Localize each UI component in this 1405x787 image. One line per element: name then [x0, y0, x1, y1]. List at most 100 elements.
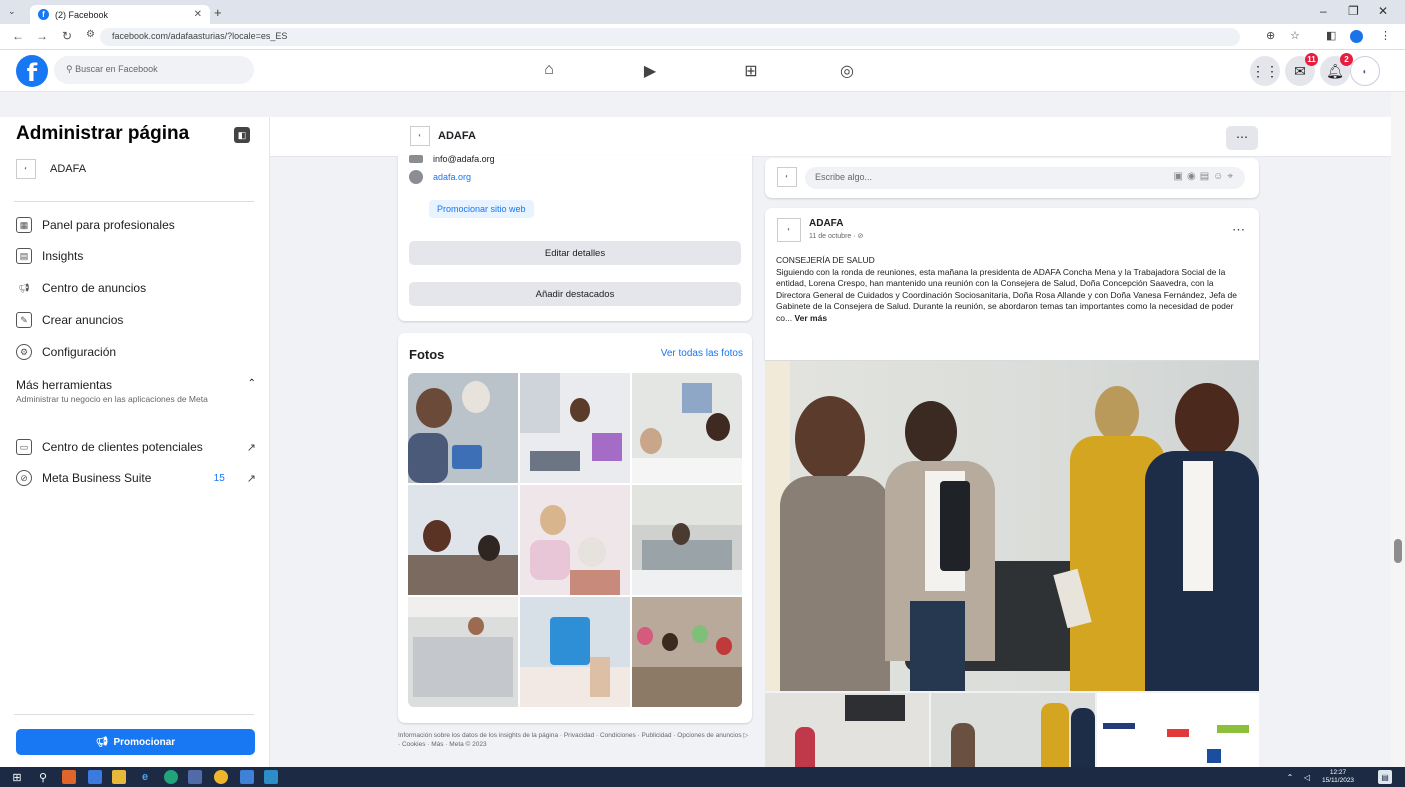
- photo-icon[interactable]: ▣: [1174, 171, 1187, 182]
- scrollbar-thumb[interactable]: [1394, 539, 1402, 563]
- post-photo-thumbnail[interactable]: [1097, 693, 1259, 767]
- emoji-icon[interactable]: ☺: [1213, 171, 1227, 182]
- sidebar-item-meta-business-suite[interactable]: ⊘ Meta Business Suite 15 ↗: [16, 470, 256, 486]
- close-window-icon[interactable]: ✕: [1378, 4, 1388, 18]
- post-author[interactable]: ADAFA: [809, 218, 843, 229]
- page-header-strip: ◐ ADAFA ⋯: [270, 117, 1405, 157]
- chrome-icon[interactable]: [214, 770, 228, 784]
- taskbar-app-icon[interactable]: [164, 770, 178, 784]
- chevron-up-icon[interactable]: ⌃: [248, 378, 256, 389]
- marketplace-icon[interactable]: ⊞: [740, 61, 762, 81]
- profile-avatar[interactable]: [1350, 30, 1363, 43]
- notifications-button[interactable]: 🔔︎ 2: [1320, 53, 1353, 86]
- folder-icon[interactable]: [112, 770, 126, 784]
- messenger-button[interactable]: ✉ 11: [1285, 53, 1318, 86]
- sidebar-item-create-ads[interactable]: ✎ Crear anuncios: [16, 312, 256, 328]
- manage-page-sidebar: Administrar página ◧ ◐ ADAFA ▦ Panel par…: [0, 117, 270, 767]
- location-icon[interactable]: ⌖: [1227, 171, 1237, 182]
- photo-thumbnail[interactable]: [408, 597, 518, 707]
- post-options-icon[interactable]: ⋯: [1232, 222, 1245, 238]
- edit-details-button[interactable]: Editar detalles: [409, 241, 741, 265]
- messenger-badge: 11: [1305, 53, 1318, 66]
- forward-icon[interactable]: →: [36, 29, 48, 43]
- page-scrollbar[interactable]: [1391, 92, 1405, 767]
- speaker-icon[interactable]: ◁: [1300, 770, 1314, 784]
- post-author-avatar[interactable]: ◐: [777, 218, 801, 242]
- photo-thumbnail[interactable]: [632, 597, 742, 707]
- windows-start-icon[interactable]: ⊞: [10, 770, 24, 784]
- collapse-sidebar-icon[interactable]: ◧: [234, 127, 250, 143]
- external-link-icon: ↗: [246, 472, 256, 485]
- sidebar-item-panel[interactable]: ▦ Panel para profesionales: [16, 217, 256, 233]
- bookmark-star-icon[interactable]: ☆: [1290, 29, 1300, 42]
- sidebar-item-insights[interactable]: ▤ Insights: [16, 248, 256, 264]
- tag-people-icon[interactable]: ◉: [1187, 171, 1200, 182]
- tab-close-icon[interactable]: ✕: [194, 9, 202, 20]
- sidepanel-icon[interactable]: ◧: [1326, 29, 1336, 42]
- gif-icon[interactable]: ▤: [1200, 171, 1213, 182]
- taskbar-app-icon[interactable]: [62, 770, 76, 784]
- photo-thumbnail[interactable]: [520, 597, 630, 707]
- more-tools-section[interactable]: Más herramientas Administrar tu negocio …: [16, 378, 256, 405]
- restore-icon[interactable]: ❐: [1348, 4, 1359, 18]
- facebook-top-nav: f ⚲ Buscar en Facebook ⌂ ▶ ⊞ ◎ ⋮⋮ ✉ 11 🔔…: [0, 50, 1405, 92]
- home-icon[interactable]: ⌂: [538, 61, 560, 81]
- photo-thumbnail[interactable]: [520, 373, 630, 483]
- photo-thumbnail[interactable]: [408, 485, 518, 595]
- photos-card: Fotos Ver todas las fotos: [398, 333, 752, 723]
- add-featured-button[interactable]: Añadir destacados: [409, 282, 741, 306]
- post-date[interactable]: 11 de octubre · ⊘: [809, 232, 863, 240]
- url-field[interactable]: facebook.com/adafaasturias/?locale=es_ES: [100, 28, 1240, 46]
- post-body: CONSEJERÍA DE SALUD Siguiendo con la ron…: [776, 255, 1246, 324]
- extensions-icon[interactable]: ⊕: [1266, 29, 1275, 42]
- edge-icon[interactable]: e: [138, 770, 152, 784]
- intro-website[interactable]: adafa.org: [433, 172, 471, 182]
- gaming-icon[interactable]: ◎: [836, 61, 858, 81]
- account-avatar[interactable]: ◐: [1350, 56, 1380, 86]
- facebook-favicon-icon: f: [38, 9, 49, 20]
- browser-menu-icon[interactable]: ⋮: [1380, 29, 1391, 42]
- sidebar-page-entry[interactable]: ◐ ADAFA: [16, 159, 86, 179]
- notification-center-icon[interactable]: ▤: [1378, 770, 1392, 784]
- taskbar-clock[interactable]: 12:27 15/11/2023: [1322, 769, 1354, 785]
- sidebar-item-leads-center[interactable]: ▭ Centro de clientes potenciales ↗: [16, 439, 256, 455]
- reload-icon[interactable]: ↻: [62, 29, 72, 43]
- page-options-button[interactable]: ⋯: [1226, 126, 1258, 150]
- composer-actions: ▣◉▤☺⌖: [1174, 171, 1238, 182]
- promote-website-button[interactable]: Promocionar sitio web: [429, 200, 534, 218]
- more-tools-title: Más herramientas: [16, 378, 113, 392]
- video-icon[interactable]: ▶: [639, 61, 661, 81]
- menu-grid-button[interactable]: ⋮⋮: [1250, 56, 1280, 86]
- post-photo-thumbnail[interactable]: [765, 693, 929, 767]
- see-all-photos-link[interactable]: Ver todas las fotos: [661, 348, 743, 359]
- tab-search-icon[interactable]: ⌄: [8, 6, 16, 17]
- minimize-icon[interactable]: –: [1320, 4, 1327, 18]
- taskbar-app-icon[interactable]: [264, 770, 278, 784]
- post-card: ◐ ADAFA 11 de octubre · ⊘ ⋯ CONSEJERÍA D…: [765, 208, 1259, 360]
- sidebar-item-ads-center[interactable]: 📢︎ Centro de anuncios: [16, 280, 256, 296]
- browser-tab[interactable]: f (2) Facebook ✕: [30, 5, 210, 24]
- post-photo-thumbnail[interactable]: [931, 693, 1095, 767]
- taskbar-app-icon[interactable]: [240, 770, 254, 784]
- taskbar-app-icon[interactable]: [88, 770, 102, 784]
- photo-thumbnail[interactable]: [632, 373, 742, 483]
- facebook-search-input[interactable]: ⚲ Buscar en Facebook: [54, 56, 254, 84]
- intro-website-row[interactable]: adafa.org: [409, 170, 471, 184]
- taskbar-app-icon[interactable]: [188, 770, 202, 784]
- taskbar-search-icon[interactable]: ⚲: [36, 770, 50, 784]
- post-photo[interactable]: [765, 361, 1259, 691]
- back-icon[interactable]: ←: [12, 29, 24, 43]
- page-footer-links[interactable]: Información sobre los datos de los insig…: [398, 731, 750, 749]
- new-tab-button[interactable]: +: [214, 5, 222, 20]
- post-text: CONSEJERÍA DE SALUD Siguiendo con la ron…: [776, 255, 1238, 323]
- facebook-logo-icon[interactable]: f: [16, 55, 48, 87]
- promote-button[interactable]: 📢︎ Promocionar: [16, 729, 255, 755]
- site-info-icon[interactable]: ⚙: [86, 29, 95, 40]
- sidebar-item-settings[interactable]: ⚙ Configuración: [16, 344, 256, 360]
- photo-thumbnail[interactable]: [408, 373, 518, 483]
- photo-thumbnail[interactable]: [632, 485, 742, 595]
- strip-page-entry[interactable]: ◐ ADAFA: [410, 126, 476, 146]
- tray-chevron-icon[interactable]: ⌃: [1283, 770, 1297, 784]
- photo-thumbnail[interactable]: [520, 485, 630, 595]
- see-more-link[interactable]: Ver más: [794, 313, 827, 323]
